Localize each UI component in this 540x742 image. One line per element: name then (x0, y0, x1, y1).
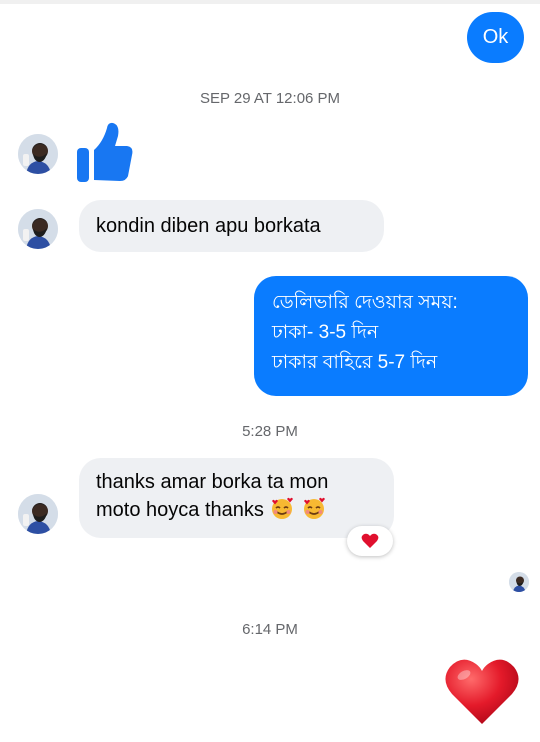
message-line-with-emoji: moto hoyca thanks (96, 496, 377, 528)
message-line: thanks amar borka ta mon (96, 471, 329, 493)
red-heart-icon (361, 533, 379, 548)
timestamp: 6:14 PM (242, 621, 298, 638)
big-red-heart-icon[interactable] (444, 658, 520, 726)
message-text: kondin diben apu borkata (96, 215, 321, 237)
seen-indicator-avatar (509, 572, 529, 592)
top-divider (0, 0, 540, 4)
contact-avatar[interactable] (18, 494, 58, 534)
smiling-face-with-hearts-icon (301, 496, 327, 528)
message-line: ডেলিভারি দেওয়ার সময়: (272, 292, 458, 313)
outgoing-message[interactable]: ডেলিভারি দেওয়ার সময়: ঢাকা- 3-5 দিন ঢাক… (254, 276, 528, 396)
timestamp: SEP 29 AT 12:06 PM (199, 90, 341, 107)
smiling-face-with-hearts-icon (269, 496, 295, 528)
thumbs-up-icon[interactable] (77, 122, 133, 184)
message-reaction[interactable] (347, 526, 393, 556)
timestamp: 5:28 PM (242, 423, 298, 440)
incoming-message[interactable]: kondin diben apu borkata (79, 200, 384, 252)
contact-avatar[interactable] (18, 134, 58, 174)
contact-avatar[interactable] (18, 209, 58, 249)
message-line: ঢাকার বাহিরে 5-7 দিন (272, 352, 438, 373)
message-text: Ok (482, 26, 509, 48)
outgoing-message-ok[interactable]: Ok (467, 12, 524, 63)
message-line: ঢাকা- 3-5 দিন (272, 322, 379, 343)
incoming-message[interactable]: thanks amar borka ta mon moto hoyca than… (79, 458, 394, 538)
message-line: moto hoyca thanks (96, 499, 264, 521)
